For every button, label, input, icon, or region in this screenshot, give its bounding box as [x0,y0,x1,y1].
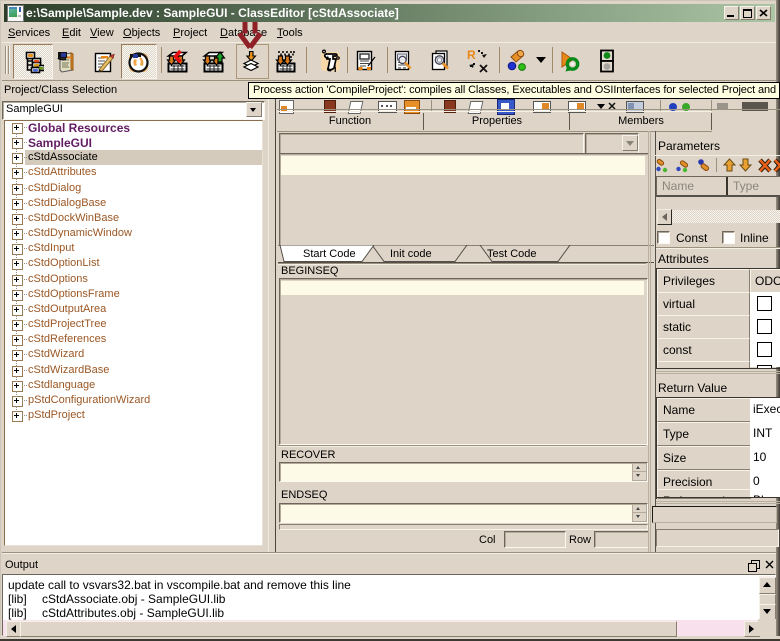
svg-text:i: i [334,64,337,74]
svg-text:R: R [467,48,476,62]
